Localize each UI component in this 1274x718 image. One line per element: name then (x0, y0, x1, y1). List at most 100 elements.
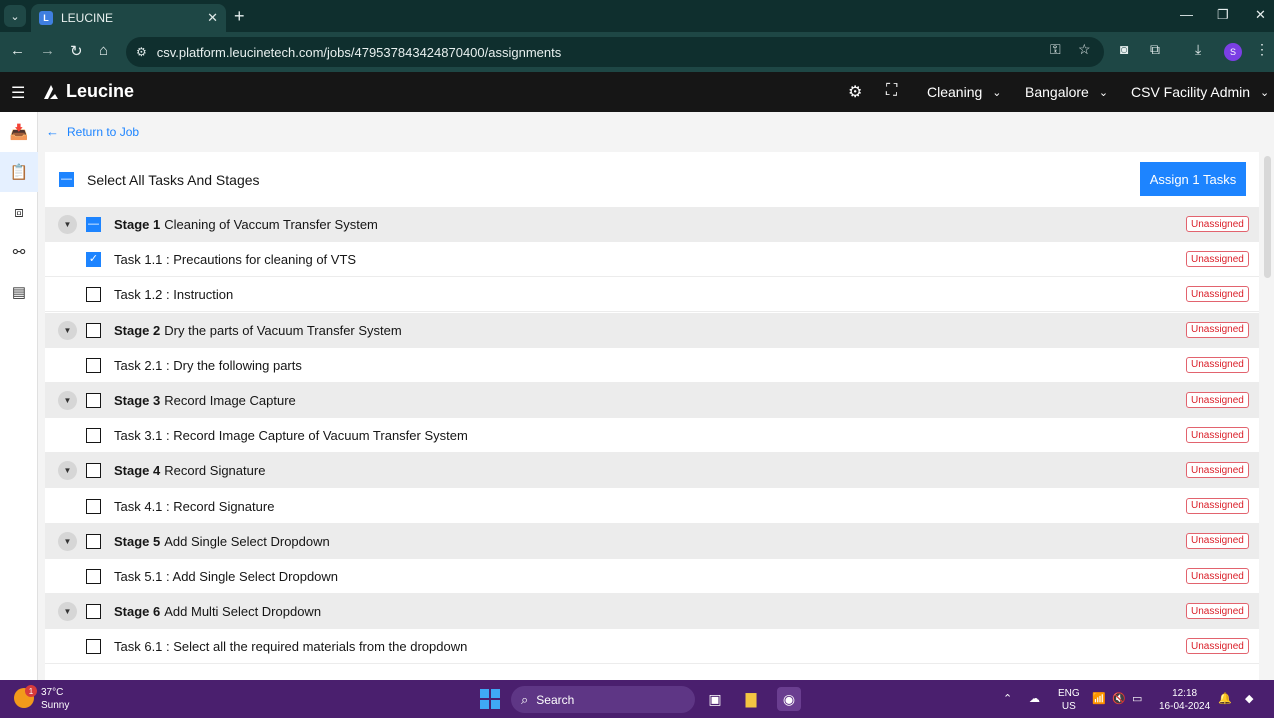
ontology-tree-icon[interactable]: ⚯ (0, 232, 38, 272)
stage-name: Stage 3 Record Image Capture (114, 393, 296, 408)
collapse-caret-icon[interactable]: ▼ (58, 461, 77, 481)
stage-checkbox[interactable] (86, 393, 101, 408)
weather-condition: Sunny (41, 700, 70, 711)
facility-dropdown[interactable]: Bangalore ⌄ (1025, 84, 1108, 100)
collapse-caret-icon[interactable]: ▼ (58, 531, 77, 551)
task-row: Task 2.1 : Dry the following parts Unassi… (45, 347, 1259, 383)
tab-search-icon[interactable]: ⌄ (4, 5, 26, 27)
reload-icon[interactable]: ↻ (70, 42, 83, 60)
stage-number: Stage 5 (114, 533, 161, 549)
status-badge: Unassigned (1186, 462, 1249, 479)
stage-checkbox[interactable]: — (86, 217, 101, 232)
url-text: csv.platform.leucinetech.com/jobs/479537… (156, 44, 562, 60)
onedrive-cloud-icon[interactable]: ☁ (1029, 692, 1040, 705)
taskbar-search[interactable]: ⌕ Search (511, 686, 695, 713)
search-icon: ⌕ (521, 691, 529, 707)
stage-checkbox[interactable] (86, 533, 101, 549)
task-name: Task 2.1 : Dry the following parts (114, 358, 302, 373)
brand-logo[interactable]: Leucine (42, 81, 134, 102)
stage-checkbox[interactable] (86, 463, 101, 479)
stage-name: Stage 1 Cleaning of Vaccum Transfer Syste… (114, 217, 378, 232)
home-icon[interactable]: ⌂ (99, 42, 108, 59)
speaker-mute-icon[interactable]: 🔇 (1112, 692, 1126, 705)
jobs-clipboard-icon[interactable]: 📋 (0, 152, 38, 192)
task-view-icon[interactable]: ▣ (703, 687, 727, 711)
download-icon[interactable]: ⤓ (1195, 41, 1201, 58)
browser-tab[interactable]: L LEUCINE ✕ (31, 4, 226, 32)
bookmark-star-icon[interactable]: ☆ (1078, 41, 1091, 58)
scan-icon[interactable]: ⛶ (886, 82, 897, 100)
stage-title: Dry the parts of Vacuum Transfer System (164, 322, 402, 338)
task-name: Task 4.1 : Record Signature (114, 499, 274, 514)
new-tab-icon[interactable]: + (234, 6, 245, 27)
browser-menu-icon[interactable]: ⋮ (1255, 41, 1269, 58)
clock[interactable]: 12:18 16-04-2024 (1159, 687, 1210, 713)
wifi-icon[interactable]: 📶 (1092, 692, 1106, 705)
stage-number: Stage 2 (114, 322, 161, 338)
address-bar[interactable]: ⚙ csv.platform.leucinetech.com/jobs/4795… (126, 37, 1104, 67)
task-checkbox[interactable] (86, 498, 101, 514)
extensions-icon[interactable]: ⧉ (1150, 41, 1160, 58)
minimize-icon[interactable]: — (1180, 7, 1193, 22)
forward-icon[interactable]: → (40, 42, 55, 59)
collapse-caret-icon[interactable]: ▼ (58, 602, 77, 622)
file-explorer-icon[interactable]: ▇ (739, 687, 763, 711)
screenshot-camera-icon[interactable]: ◙ (1120, 41, 1128, 57)
status-badge: Unassigned (1186, 568, 1249, 584)
battery-icon[interactable]: ▭ (1132, 692, 1142, 705)
task-title: Task 2.1 : Dry the following parts (114, 357, 302, 373)
brand-name: Leucine (66, 81, 135, 101)
task-checkbox[interactable] (86, 428, 101, 444)
select-all-checkbox[interactable]: — (59, 172, 74, 187)
assign-tasks-button[interactable]: Assign 1 Tasks (1140, 162, 1246, 196)
select-all-label: Select All Tasks And Stages (87, 172, 260, 188)
assignment-panel: — Select All Tasks And Stages Assign 1 T… (45, 152, 1259, 680)
task-row: ✓ Task 1.1 : Precautions for cleaning of … (45, 242, 1259, 278)
return-to-job-link[interactable]: ← Return to Job (46, 124, 139, 139)
stage-row: ▼ Stage 2 Dry the parts of Vacuum Transfer… (45, 312, 1259, 348)
scrollbar-thumb[interactable] (1264, 156, 1271, 278)
language-indicator[interactable]: ENG US (1058, 687, 1080, 713)
task-checkbox[interactable] (86, 287, 101, 303)
stage-checkbox[interactable] (86, 322, 101, 338)
task-name: Task 5.1 : Add Single Select Dropdown (114, 569, 338, 584)
restore-icon[interactable]: ❐ (1217, 7, 1229, 23)
profile-avatar[interactable]: S (1224, 43, 1242, 61)
site-info-icon[interactable]: ⚙ (136, 45, 147, 59)
chevron-down-icon: ⌄ (992, 86, 1002, 99)
facility-label: Bangalore (1025, 84, 1089, 100)
collapse-caret-icon[interactable]: ▼ (58, 320, 77, 340)
inbox-icon[interactable]: 📥 (0, 112, 38, 152)
stage-checkbox[interactable] (86, 604, 101, 620)
password-key-icon[interactable]: ⚿ (1050, 41, 1061, 58)
task-name: Task 1.2 : Instruction (114, 287, 233, 302)
collapse-caret-icon[interactable]: ▼ (58, 391, 77, 410)
status-badge: Unassigned (1186, 532, 1249, 549)
task-checkbox[interactable]: ✓ (86, 252, 101, 268)
user-dropdown[interactable]: CSV Facility Admin ⌄ (1131, 84, 1269, 100)
language-code: ENG (1058, 688, 1080, 699)
reports-icon[interactable]: ▤ (0, 272, 38, 312)
stage-number: Stage 6 (114, 604, 161, 620)
window-close-icon[interactable]: ✕ (1255, 7, 1266, 23)
region-code: US (1061, 701, 1076, 712)
status-badge: Unassigned (1186, 216, 1249, 232)
back-icon[interactable]: ← (10, 42, 25, 59)
tray-chevron-up-icon[interactable]: ⌃ (1003, 692, 1012, 705)
checklists-icon[interactable]: ⧈ (0, 192, 38, 232)
status-badge: Unassigned (1186, 251, 1249, 268)
hamburger-menu-icon[interactable]: ☰ (11, 83, 25, 103)
notification-bell-icon[interactable]: 🔔 (1218, 692, 1232, 705)
collapse-caret-icon[interactable]: ▼ (58, 215, 77, 234)
stage-title: Add Single Select Dropdown (164, 533, 330, 549)
copilot-icon[interactable]: ◆ (1245, 692, 1253, 705)
settings-gear-icon[interactable]: ⚙ (848, 82, 862, 102)
task-checkbox[interactable] (86, 639, 101, 655)
windows-start-icon[interactable] (480, 689, 500, 709)
chrome-icon[interactable]: ◉ (777, 687, 801, 711)
use-case-label: Cleaning (927, 84, 983, 100)
tab-close-icon[interactable]: ✕ (207, 10, 218, 26)
task-checkbox[interactable] (86, 357, 101, 373)
use-case-dropdown[interactable]: Cleaning ⌄ (927, 84, 1001, 100)
task-checkbox[interactable] (86, 569, 101, 584)
